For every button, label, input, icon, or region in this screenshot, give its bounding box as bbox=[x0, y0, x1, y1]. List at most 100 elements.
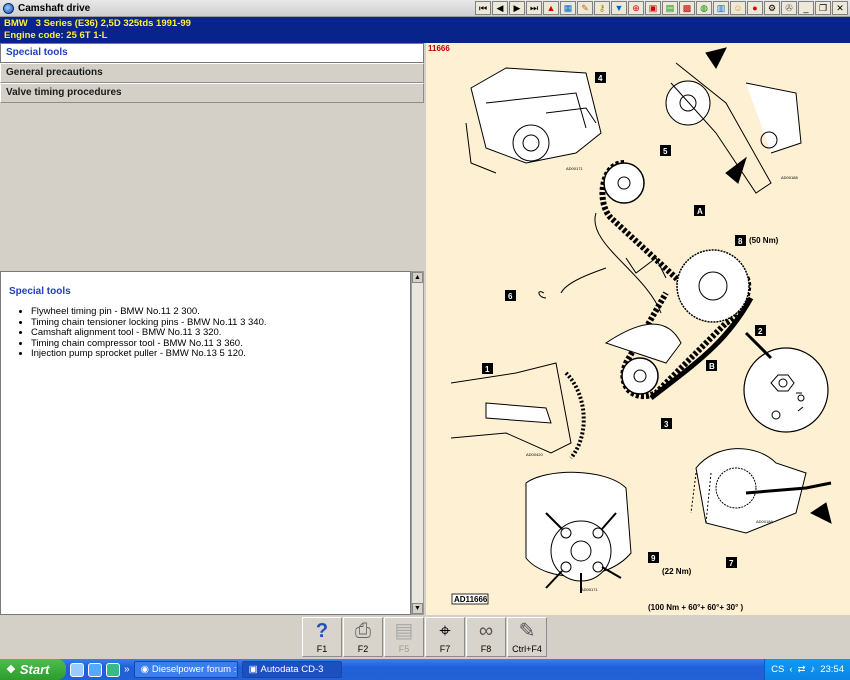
language-indicator[interactable]: CS bbox=[771, 664, 784, 675]
key-icon[interactable]: ⚷ bbox=[594, 1, 610, 15]
inset-sprocket-marks bbox=[743, 331, 829, 433]
book-button[interactable]: ▤ F5 bbox=[384, 617, 424, 657]
task-dieselpower[interactable]: ◉ Dieselpower forum :: ... bbox=[133, 661, 238, 678]
fkey-label: F8 bbox=[480, 644, 492, 654]
wrench-icon[interactable]: ✇ bbox=[781, 1, 797, 15]
callout-9: 9 bbox=[651, 554, 656, 563]
timing-chain-diagram: 11666 AD00171 4 AD00188 5 A 8 (50 Nm) 6 … bbox=[428, 44, 832, 612]
scroll-up-icon[interactable]: ▲ bbox=[412, 272, 423, 283]
toolbar: ⏮ ◀ ▶ ⏭ ▲ ▦ ✎ ⚷ ▼ ⊕ ▣ ▤ ▩ ◍ ▥ ☺ ● ⚙ ✇ _ … bbox=[475, 1, 848, 15]
engine-icon[interactable]: ▩ bbox=[679, 1, 695, 15]
book-icon[interactable]: ▤ bbox=[662, 1, 678, 15]
inset-pump-sprocket: AD00171 bbox=[525, 471, 632, 593]
svg-text:AD00188: AD00188 bbox=[781, 175, 798, 180]
callout-2: 2 bbox=[758, 327, 763, 336]
callout-6: 6 bbox=[508, 292, 513, 301]
callout-b: B bbox=[709, 362, 715, 371]
nav-empty-area bbox=[0, 103, 424, 271]
notes-button[interactable]: ✎ Ctrl+F4 bbox=[507, 617, 547, 657]
task-label: Dieselpower forum :: ... bbox=[151, 664, 237, 675]
chain-icon: ∞ bbox=[478, 620, 494, 642]
measure-icon[interactable]: ⊕ bbox=[628, 1, 644, 15]
print-button[interactable]: ⎙ F2 bbox=[343, 617, 383, 657]
callout-5: 5 bbox=[663, 147, 668, 156]
paint-icon[interactable]: ✎ bbox=[577, 1, 593, 15]
chart-icon[interactable]: ▥ bbox=[713, 1, 729, 15]
callout-8: 8 bbox=[738, 237, 743, 246]
torque-9: (22 Nm) bbox=[662, 567, 692, 576]
browser-task-icon: ◉ bbox=[140, 664, 149, 675]
minimize-icon[interactable]: _ bbox=[798, 1, 814, 15]
fkey-label: F1 bbox=[316, 644, 328, 654]
network-icon[interactable]: ⇄ bbox=[798, 664, 806, 675]
svg-text:AD00420: AD00420 bbox=[526, 452, 543, 457]
autodata-task-icon: ▣ bbox=[248, 664, 258, 675]
inset-tensioner: AD00188 bbox=[665, 47, 802, 194]
nav-item-special-tools[interactable]: Special tools bbox=[0, 43, 424, 63]
window-title: Camshaft drive bbox=[18, 2, 91, 14]
warning-icon[interactable]: ▲ bbox=[543, 1, 559, 15]
zoom-icon: ⌖ bbox=[439, 620, 451, 642]
title-bar: Camshaft drive ⏮ ◀ ▶ ⏭ ▲ ▦ ✎ ⚷ ▼ ⊕ ▣ ▤ ▩… bbox=[0, 0, 850, 17]
diagram-icon[interactable]: ▦ bbox=[560, 1, 576, 15]
clock: 23:54 bbox=[820, 664, 844, 675]
light-icon[interactable]: ◍ bbox=[696, 1, 712, 15]
system-tray: CS ‹ ⇄ ♪ 23:54 bbox=[764, 659, 850, 680]
callout-7: 7 bbox=[729, 559, 734, 568]
help-button[interactable]: ? F1 bbox=[302, 617, 342, 657]
vehicle-model: BMW 3 Series (E36) 2,5D 325tds 1991-99 bbox=[4, 18, 191, 29]
restore-icon[interactable]: ❐ bbox=[815, 1, 831, 15]
gear-icon[interactable]: ⚙ bbox=[764, 1, 780, 15]
inset-flywheel-pin: AD00420 bbox=[450, 362, 586, 460]
media-icon[interactable] bbox=[106, 662, 120, 677]
diagram-id: 11666 bbox=[428, 44, 450, 53]
fkey-label: F7 bbox=[439, 644, 451, 654]
task-autodata[interactable]: ▣ Autodata CD-3 bbox=[241, 661, 342, 678]
content-heading: Special tools bbox=[9, 286, 71, 297]
torque-8: (50 Nm) bbox=[749, 236, 779, 245]
browser-icon[interactable] bbox=[70, 662, 84, 677]
special-tools-list: Flywheel timing pin - BMW No.11 2 300. T… bbox=[9, 306, 402, 360]
filter-icon[interactable]: ▼ bbox=[611, 1, 627, 15]
notes-icon: ✎ bbox=[518, 620, 536, 642]
callout-a: A bbox=[697, 207, 703, 216]
list-item: Injection pump sprocket puller - BMW No.… bbox=[31, 348, 402, 360]
first-page-icon[interactable]: ⏮ bbox=[475, 1, 491, 15]
list-item: Camshaft alignment tool - BMW No.11 3 32… bbox=[31, 327, 402, 339]
circle-icon[interactable]: ● bbox=[747, 1, 763, 15]
toolbox-icon[interactable]: ▣ bbox=[645, 1, 661, 15]
ie-icon[interactable] bbox=[88, 662, 102, 677]
volume-icon[interactable]: ♪ bbox=[810, 664, 815, 675]
next-page-icon[interactable]: ▶ bbox=[509, 1, 525, 15]
callout-1: 1 bbox=[485, 365, 490, 374]
zoom-button[interactable]: ⌖ F7 bbox=[425, 617, 465, 657]
fkey-label: Ctrl+F4 bbox=[512, 644, 542, 654]
svg-text:AD00171: AD00171 bbox=[566, 166, 583, 171]
task-label: Autodata CD-3 bbox=[260, 664, 324, 675]
diagram-pane: 11666 AD00171 4 AD00188 5 A 8 (50 Nm) 6 … bbox=[426, 43, 850, 615]
smiley-icon[interactable]: ☺ bbox=[730, 1, 746, 15]
svg-text:AD00171: AD00171 bbox=[581, 587, 598, 592]
last-page-icon[interactable]: ⏭ bbox=[526, 1, 542, 15]
engine-code: Engine code: 25 6T 1-L bbox=[4, 29, 108, 41]
torque-bottom: (100 Nm + 60°+ 60°+ 30° ) bbox=[648, 603, 744, 612]
tray-back-icon[interactable]: ‹ bbox=[789, 664, 792, 675]
previous-page-icon[interactable]: ◀ bbox=[492, 1, 508, 15]
nav-item-general-precautions[interactable]: General precautions bbox=[0, 63, 424, 83]
chain-button[interactable]: ∞ F8 bbox=[466, 617, 506, 657]
windows-logo-icon: ❖ bbox=[6, 664, 16, 676]
content-scrollbar[interactable]: ▲ ▼ bbox=[411, 271, 424, 615]
callout-3: 3 bbox=[664, 420, 669, 429]
start-label: Start bbox=[19, 662, 50, 677]
inset-pump-puller: AD00188 bbox=[690, 448, 832, 534]
scroll-down-icon[interactable]: ▼ bbox=[412, 603, 423, 614]
svg-text:AD00188: AD00188 bbox=[756, 519, 773, 524]
nav-item-valve-timing-procedures[interactable]: Valve timing procedures bbox=[0, 83, 424, 103]
vehicle-info-bar: BMW 3 Series (E36) 2,5D 325tds 1991-99 E… bbox=[0, 17, 850, 43]
close-icon[interactable]: ✕ bbox=[832, 1, 848, 15]
function-key-bar: ? F1 ⎙ F2 ▤ F5 ⌖ F7 ∞ F8 ✎ Ctrl+F4 bbox=[0, 615, 850, 659]
left-pane: Special tools General precautions Valve … bbox=[0, 43, 424, 615]
app-icon bbox=[3, 2, 14, 14]
quicklaunch-more[interactable]: » bbox=[124, 664, 130, 675]
start-button[interactable]: ❖ Start bbox=[0, 659, 66, 680]
